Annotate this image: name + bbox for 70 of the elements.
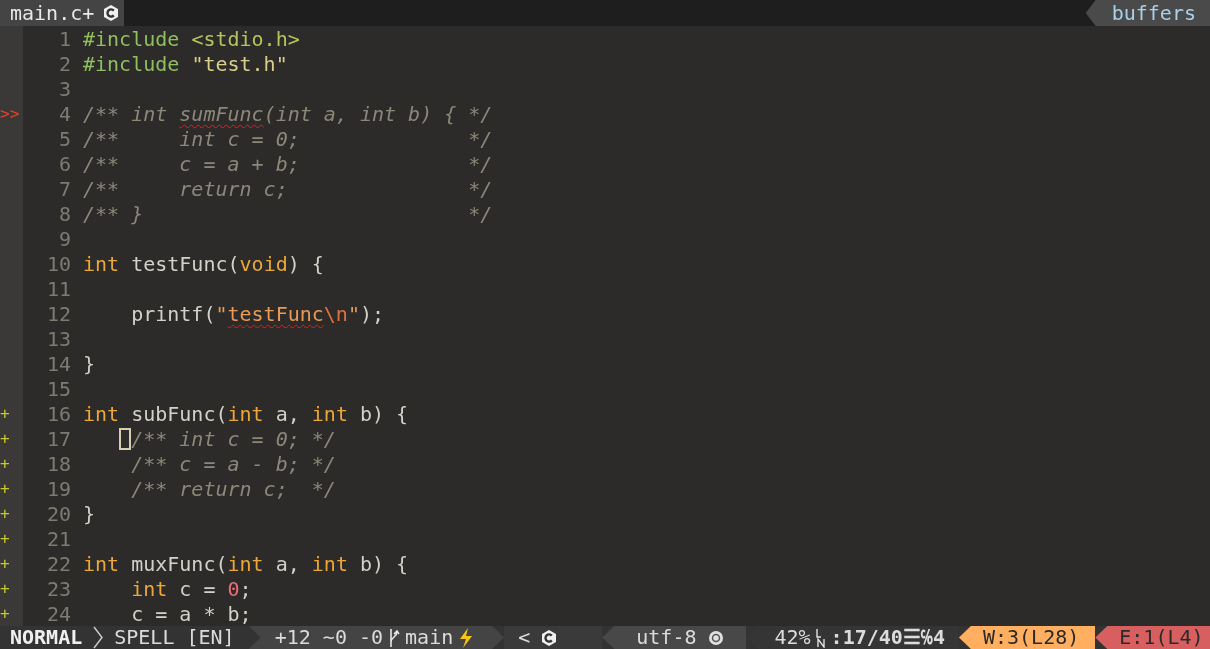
added-sign: + — [0, 553, 10, 574]
line-number: 9 — [58, 227, 71, 250]
code-line: #include <stdio.h> — [83, 27, 300, 50]
warning-count: W:3(L28) — [982, 626, 1080, 649]
buffers-label[interactable]: buffers — [1085, 0, 1210, 26]
added-sign: + — [0, 503, 10, 524]
c-language-icon — [102, 4, 121, 22]
line-number: 5 — [58, 127, 71, 150]
added-sign: + — [0, 578, 10, 599]
code-line: /** return c; */ — [83, 177, 493, 200]
code-line: /** c = a - b; */ — [130, 452, 336, 475]
line-number: 4 — [58, 102, 71, 125]
line-number: 7 — [58, 177, 71, 200]
code-line: c = a * b; — [130, 602, 252, 625]
code-line: /** int sumFunc(int a, int b) { */ — [83, 102, 493, 125]
line-number: 11 — [46, 277, 71, 300]
code-line: } — [83, 352, 96, 375]
added-sign: + — [0, 528, 10, 549]
code-line: int subFunc(int a, int b) { — [83, 402, 409, 425]
line-number: 24 — [46, 602, 71, 625]
added-sign: + — [0, 428, 10, 449]
line-number: 6 — [58, 152, 71, 175]
code-line: /** int c = 0; */ — [83, 127, 493, 150]
line-number: 2 — [58, 52, 71, 75]
encoding-label: utf-8 — [636, 626, 697, 649]
code-line: /** return c; */ — [130, 477, 336, 500]
mode-indicator: NORMAL — [10, 626, 83, 649]
ring-icon — [708, 629, 725, 646]
code-line: int testFunc(void) { — [83, 252, 324, 275]
line-number: 16 — [46, 402, 71, 425]
line-number: 13 — [46, 327, 71, 350]
added-sign: + — [0, 478, 10, 499]
branch-icon — [388, 627, 401, 648]
error-count: E:1(L4) — [1119, 626, 1204, 649]
added-sign: + — [0, 603, 10, 624]
line-number: 18 — [46, 452, 71, 475]
buffer-tab[interactable]: main.c+ — [0, 0, 125, 26]
code-line: printf("testFunc\n"); — [130, 302, 385, 325]
added-sign: + — [0, 403, 10, 424]
line-number: 10 — [46, 252, 71, 275]
code-line: int muxFunc(int a, int b) { — [83, 552, 409, 575]
line-number: 1 — [58, 27, 71, 50]
scroll-percent: 42% — [774, 626, 811, 649]
line-number-icon — [814, 627, 827, 648]
spell-indicator: SPELL [EN] — [114, 626, 235, 649]
line-number: 15 — [46, 377, 71, 400]
filetype-marker: < — [518, 626, 531, 649]
hunk-summary: +12 ~0 -0 — [274, 626, 384, 649]
added-sign: + — [0, 453, 10, 474]
cursor-position: :17/40☰℅4 — [830, 626, 945, 649]
line-number: 20 — [46, 502, 71, 525]
line-number: 3 — [58, 77, 71, 100]
line-number: 14 — [46, 352, 71, 375]
line-number: 19 — [46, 477, 71, 500]
code-line: #include "test.h" — [83, 52, 288, 75]
line-number: 22 — [46, 552, 71, 575]
line-number: 23 — [46, 577, 71, 600]
line-number: 12 — [46, 302, 71, 325]
branch-name: main — [405, 626, 454, 649]
error-sign: >> — [0, 103, 20, 124]
separator-icon — [92, 626, 105, 649]
code-line: /** } */ — [83, 202, 493, 225]
line-number: 8 — [58, 202, 71, 225]
line-number: 21 — [46, 527, 71, 550]
code-line: /** c = a + b; */ — [83, 152, 493, 175]
lightning-icon — [458, 627, 475, 648]
code-line: int c = 0; — [130, 577, 252, 600]
line-number: 17 — [46, 427, 71, 450]
code-line: /** int c = 0; */ — [83, 427, 336, 450]
code-line: } — [83, 502, 96, 525]
